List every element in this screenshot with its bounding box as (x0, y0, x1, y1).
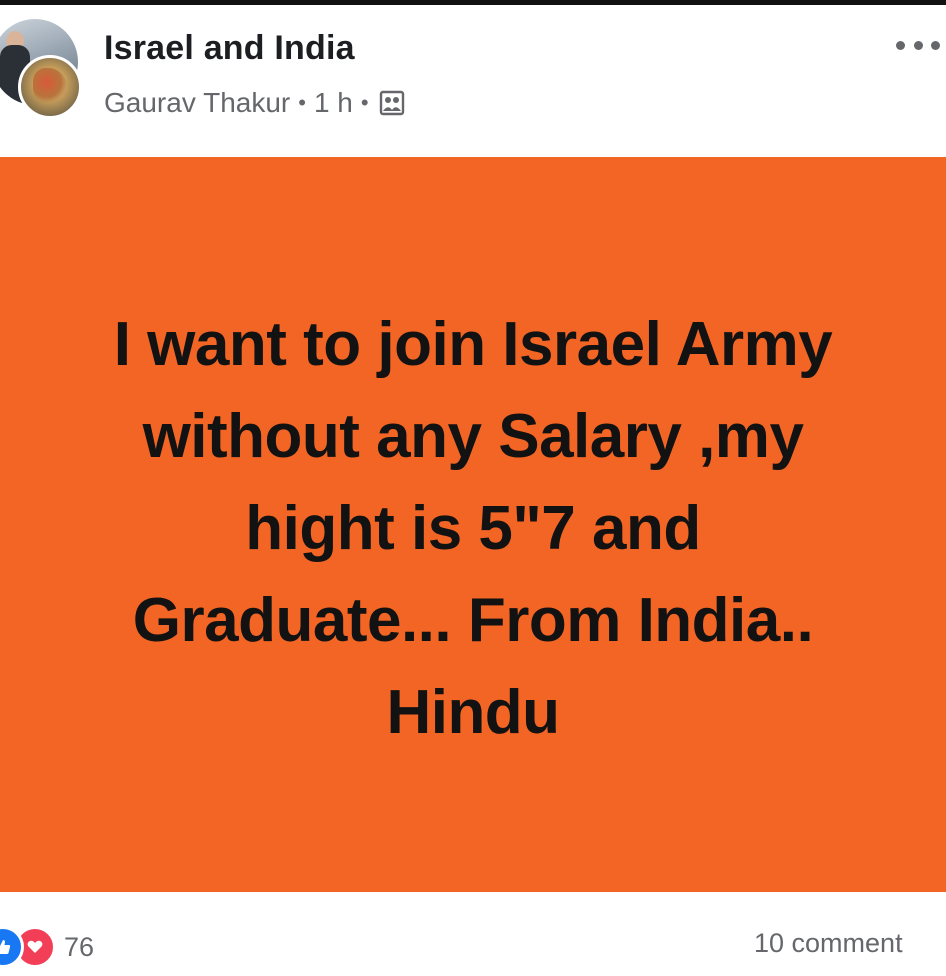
author-name[interactable]: Gaurav Thakur (104, 87, 290, 119)
post-footer: 76 10 comment (0, 892, 946, 976)
post-meta: Gaurav Thakur • 1 h • (104, 87, 405, 119)
post-body: I want to join Israel Army without any S… (23, 299, 923, 759)
comments-count-link[interactable]: 10 comment (754, 928, 946, 959)
avatar-artwork (33, 68, 67, 104)
meta-separator: • (298, 90, 306, 115)
post-body-line: without any Salary ,my (142, 401, 804, 471)
post-body-line: Hindu (386, 677, 560, 747)
reaction-count: 76 (64, 931, 95, 962)
post-text-card: I want to join Israel Army without any S… (0, 157, 946, 892)
reactions-summary[interactable]: 76 (0, 926, 94, 968)
meta-separator: • (360, 90, 369, 115)
post-body-line: hight is 5"7 and (245, 493, 701, 563)
page-title[interactable]: Israel and India (104, 29, 355, 68)
post-time[interactable]: 1 h (314, 87, 353, 119)
post-body-line: Graduate... From India.. (132, 585, 814, 655)
more-horizontal-icon (913, 40, 923, 50)
group-icon (379, 90, 404, 116)
more-horizontal-icon (931, 40, 940, 50)
more-options-button[interactable] (896, 35, 940, 55)
post-header: Israel and India Gaurav Thakur • 1 h • (0, 5, 946, 155)
more-horizontal-icon (896, 40, 905, 50)
post-body-line: I want to join Israel Army (113, 309, 833, 379)
author-avatar[interactable] (18, 55, 82, 119)
